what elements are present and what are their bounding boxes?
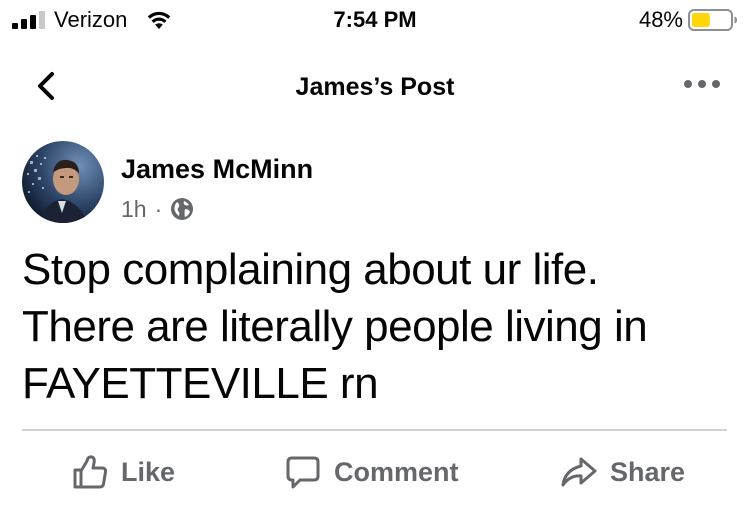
- share-button[interactable]: Share: [560, 446, 685, 498]
- comment-label: Comment: [334, 456, 459, 487]
- post-meta: 1h ·: [121, 194, 194, 224]
- post-text-line: Stop complaining about ur life.: [22, 245, 599, 294]
- like-button[interactable]: Like: [71, 446, 175, 498]
- share-label: Share: [610, 456, 686, 487]
- post-text-line: FAYETTEVILLE rn: [22, 359, 379, 408]
- thumbs-up-icon: [73, 455, 108, 489]
- page-title: James’s Post: [295, 73, 455, 101]
- battery-level-fill: [692, 13, 710, 27]
- battery-percentage: 48%: [638, 7, 683, 32]
- author-avatar[interactable]: [22, 141, 104, 223]
- status-time: 7:54 PM: [333, 7, 417, 32]
- post-text-line: There are literally people living in: [22, 302, 648, 351]
- share-icon: [561, 457, 597, 487]
- navigation-bar: James’s Post: [0, 60, 750, 114]
- comment-icon: [286, 456, 320, 489]
- status-bar: Verizon 7:54 PM 48%: [0, 0, 750, 40]
- comment-button[interactable]: Comment: [284, 446, 459, 498]
- post-timestamp[interactable]: 1h: [121, 195, 147, 223]
- avatar-image: [22, 141, 104, 223]
- meta-separator: ·: [154, 196, 163, 222]
- actions-divider: [22, 429, 727, 431]
- more-options-button[interactable]: [682, 74, 722, 94]
- author-name[interactable]: James McMinn: [121, 153, 313, 185]
- more-horizontal-icon: [684, 80, 720, 88]
- like-label: Like: [121, 456, 176, 487]
- battery-icon: [688, 9, 737, 31]
- globe-icon[interactable]: [170, 197, 194, 221]
- post-text: Stop complaining about ur life. There ar…: [22, 241, 732, 412]
